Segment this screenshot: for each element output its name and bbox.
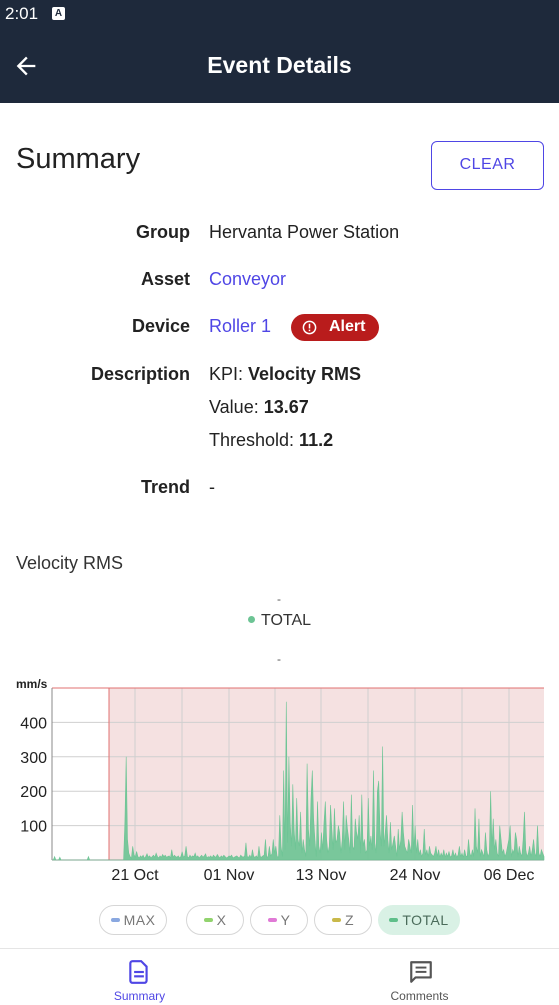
x-tick-label: 06 Dec bbox=[484, 867, 535, 884]
series-toggle-label: Y bbox=[280, 912, 291, 928]
x-tick-label: 24 Nov bbox=[390, 867, 441, 884]
nav-comments-label: Comments bbox=[390, 989, 449, 1003]
x-tick-label: 21 Oct bbox=[111, 867, 159, 884]
series-toggle-label: Z bbox=[344, 912, 355, 928]
series-toggle-label: MAX bbox=[123, 912, 156, 928]
alert-label: Alert bbox=[329, 318, 366, 335]
alert-circle-icon bbox=[302, 320, 317, 335]
clear-button[interactable]: CLEAR bbox=[431, 141, 544, 190]
series-toggle-total[interactable]: TOTAL bbox=[378, 905, 460, 935]
chart-title: Velocity RMS bbox=[16, 553, 124, 573]
asset-link[interactable]: Conveyor bbox=[209, 269, 286, 290]
kpi-prefix: KPI: bbox=[209, 364, 249, 384]
velocity-rms-chart: 100 200 300 400 mm/s 21 Oct 01 Nov 13 Nov 24 Nov… bbox=[16, 677, 545, 884]
nav-summary-label: Summary bbox=[113, 989, 166, 1003]
device-label: Device bbox=[131, 316, 190, 336]
summary-heading: Summary bbox=[16, 143, 141, 175]
series-toggle-label: X bbox=[216, 912, 227, 928]
asset-label: Asset bbox=[140, 269, 190, 289]
legend-dash-top: - bbox=[277, 592, 281, 606]
series-swatch bbox=[110, 918, 120, 922]
page-title: Event Details bbox=[207, 52, 352, 78]
group-value: Hervanta Power Station bbox=[209, 222, 400, 242]
x-tick-label: 13 Nov bbox=[296, 867, 347, 884]
series-swatch bbox=[389, 918, 399, 922]
value-line: Value: 13.67 bbox=[209, 397, 309, 418]
trend-value: - bbox=[209, 477, 215, 497]
legend-total-label: TOTAL bbox=[260, 612, 312, 629]
series-swatch bbox=[203, 918, 213, 922]
chart-legend[interactable]: TOTAL bbox=[0, 612, 559, 630]
series-toggle-label: TOTAL bbox=[402, 912, 449, 928]
y-axis-unit: mm/s bbox=[16, 677, 48, 691]
y-tick-label: 200 bbox=[20, 784, 47, 801]
notification-icon: A bbox=[52, 7, 65, 20]
legend-dash-bottom: - bbox=[277, 652, 281, 666]
kpi-line: KPI: Velocity RMS bbox=[209, 364, 361, 385]
status-bar: 2:01 A bbox=[0, 0, 559, 28]
status-time: 2:01 bbox=[5, 4, 39, 23]
series-toggle-max[interactable]: MAX bbox=[99, 905, 167, 935]
bottom-nav: Summary Comments bbox=[0, 948, 559, 1005]
threshold-line: Threshold: 11.2 bbox=[209, 430, 333, 451]
threshold-value: 11.2 bbox=[299, 430, 334, 450]
nav-comments[interactable]: Comments bbox=[280, 949, 559, 1005]
series-toggle-x[interactable]: X bbox=[186, 905, 244, 935]
trend-label: Trend bbox=[140, 477, 190, 497]
y-tick-label: 100 bbox=[20, 819, 47, 836]
document-icon bbox=[129, 960, 148, 984]
device-link[interactable]: Roller 1 bbox=[209, 316, 271, 337]
threshold-prefix: Threshold: bbox=[209, 430, 300, 450]
value-prefix: Value: bbox=[209, 397, 264, 417]
series-toggle-z[interactable]: Z bbox=[314, 905, 372, 935]
description-label: Description bbox=[90, 364, 190, 384]
alert-badge: Alert bbox=[291, 314, 379, 341]
y-tick-label: 300 bbox=[20, 750, 47, 767]
legend-dot bbox=[247, 616, 255, 623]
series-swatch bbox=[267, 918, 277, 922]
comment-icon bbox=[410, 961, 432, 983]
series-toggle-y[interactable]: Y bbox=[250, 905, 308, 935]
y-tick-label: 400 bbox=[20, 715, 47, 732]
value-value: 13.67 bbox=[263, 397, 309, 417]
x-tick-label: 01 Nov bbox=[204, 867, 255, 884]
nav-summary[interactable]: Summary bbox=[0, 949, 279, 1005]
series-swatch bbox=[331, 918, 341, 922]
app-bar: Event Details bbox=[0, 28, 559, 103]
group-label: Group bbox=[136, 222, 190, 242]
kpi-value: Velocity RMS bbox=[248, 364, 362, 384]
